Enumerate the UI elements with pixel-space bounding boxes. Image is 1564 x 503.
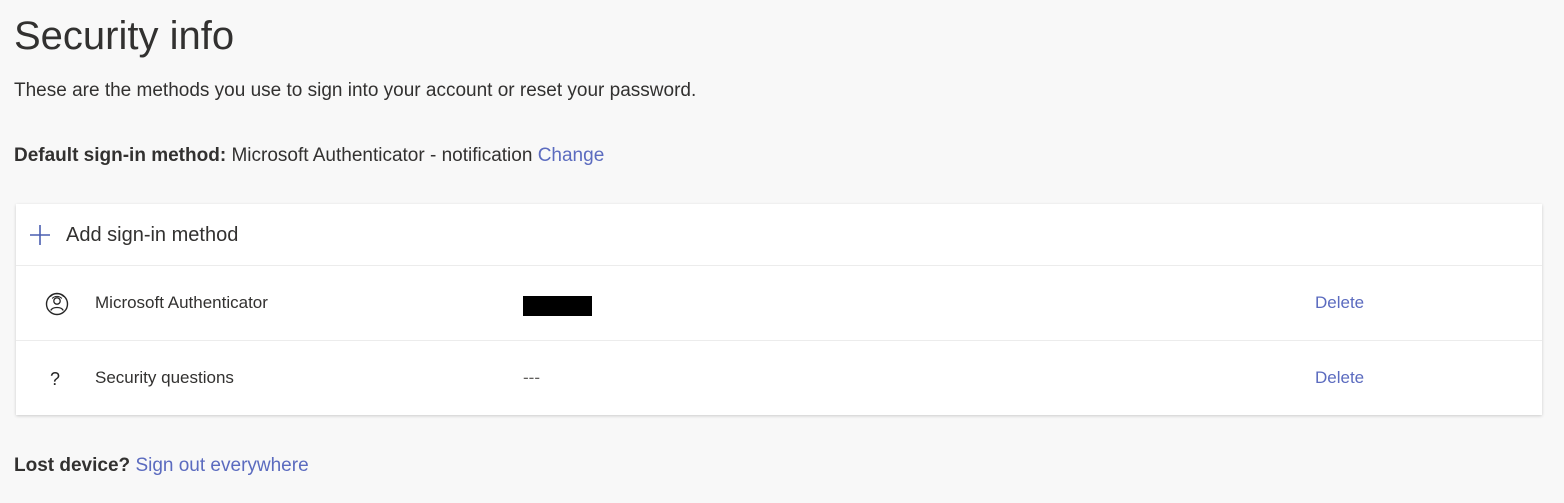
method-name: Microsoft Authenticator bbox=[95, 293, 268, 312]
page-title: Security info bbox=[14, 14, 235, 58]
default-sign-in-method: Default sign-in method: Microsoft Authen… bbox=[14, 144, 604, 168]
lost-device-section: Lost device? Sign out everywhere bbox=[14, 454, 309, 478]
add-sign-in-method-button[interactable]: Add sign-in method bbox=[16, 204, 1542, 266]
redacted-detail bbox=[523, 296, 592, 316]
add-sign-in-method-label: Add sign-in method bbox=[66, 224, 239, 246]
delete-security-questions-link[interactable]: Delete bbox=[1315, 367, 1364, 389]
method-row-authenticator: Microsoft Authenticator Delete bbox=[16, 266, 1542, 341]
authenticator-icon bbox=[45, 292, 69, 316]
default-method-value: Microsoft Authenticator - notification bbox=[231, 145, 533, 166]
method-detail: --- bbox=[523, 368, 540, 387]
default-method-label: Default sign-in method: bbox=[14, 145, 227, 166]
question-icon: ? bbox=[50, 369, 61, 389]
lost-device-label: Lost device? bbox=[14, 455, 131, 476]
change-default-method-link[interactable]: Change bbox=[538, 145, 605, 166]
plus-icon bbox=[30, 225, 50, 245]
delete-authenticator-link[interactable]: Delete bbox=[1315, 292, 1364, 314]
sign-out-everywhere-link[interactable]: Sign out everywhere bbox=[135, 455, 308, 476]
page-subtitle: These are the methods you use to sign in… bbox=[14, 80, 697, 101]
sign-in-methods-card: Add sign-in method Microsoft Authenticat… bbox=[16, 204, 1542, 415]
method-name: Security questions bbox=[95, 368, 234, 387]
method-row-security-questions: ? Security questions --- Delete bbox=[16, 341, 1542, 415]
